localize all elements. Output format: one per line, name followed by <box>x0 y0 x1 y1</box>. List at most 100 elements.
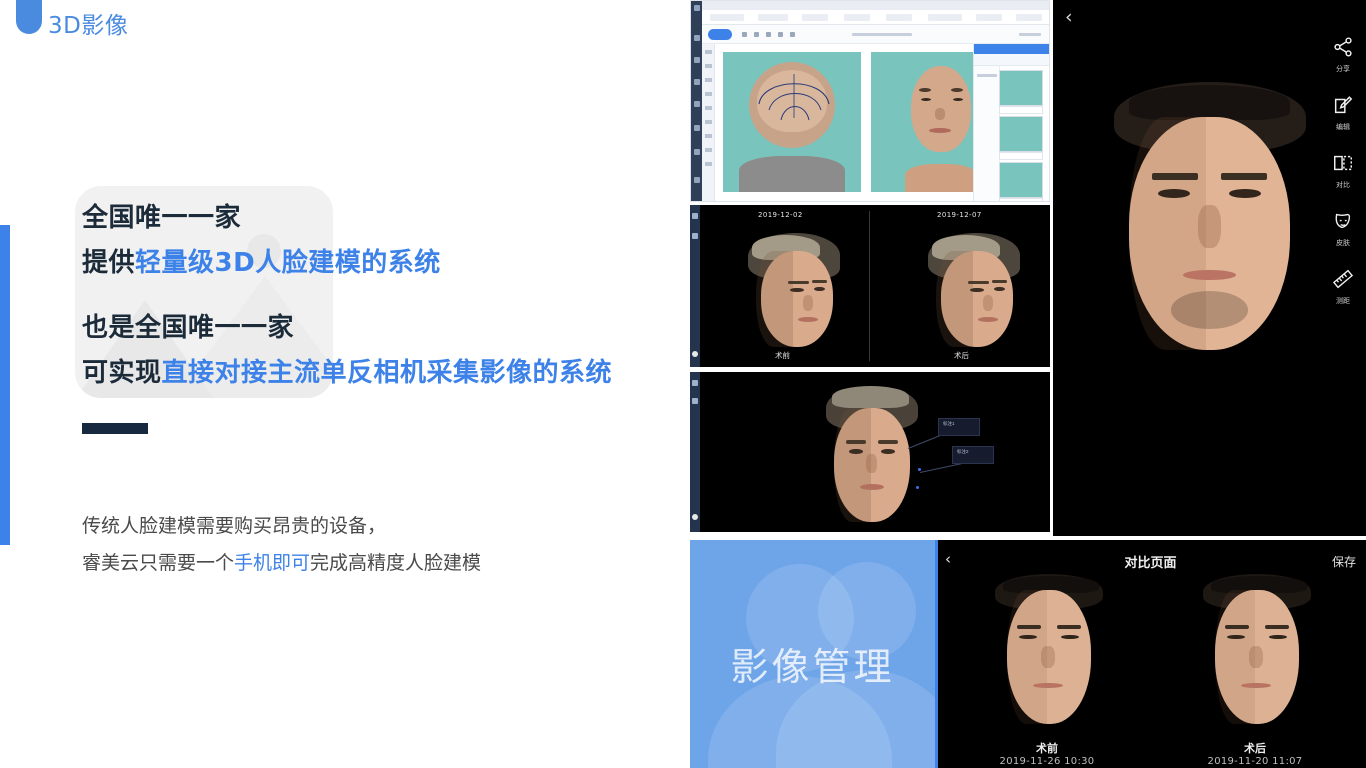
compare-save-button[interactable]: 保存 <box>1332 553 1356 570</box>
thumbnail-3[interactable] <box>999 162 1043 198</box>
right-panel-tree[interactable] <box>974 66 1000 201</box>
rail-icon-8[interactable] <box>693 177 700 183</box>
compare-accent-bar <box>935 540 938 768</box>
software-tab-3[interactable] <box>802 14 828 21</box>
toolbar-icon-3[interactable] <box>766 32 771 37</box>
thumbnail-1-caption <box>999 106 1043 114</box>
viewer-left-rail[interactable] <box>690 205 700 367</box>
software-canvas[interactable] <box>715 44 1009 201</box>
software-tab-5[interactable] <box>886 14 912 21</box>
tool-compare[interactable]: 对比 <box>1320 144 1366 200</box>
head-model-right[interactable] <box>928 233 1020 347</box>
tool-col-icon-9[interactable] <box>705 162 712 166</box>
software-tab-6[interactable] <box>928 14 962 21</box>
compare-divider <box>869 211 870 361</box>
rail-icon-6[interactable] <box>693 125 700 131</box>
tool-col-icon-8[interactable] <box>705 148 712 152</box>
toolbar-icon-5[interactable] <box>790 32 795 37</box>
panel-mobile-compare[interactable]: ‹ 对比页面 保存 术前 2019-11-26 10:30 术后 2019-11… <box>935 540 1366 768</box>
thumbnail-1[interactable] <box>999 70 1043 106</box>
head-model-left[interactable] <box>748 233 840 347</box>
compare-caption-right: 术后 <box>1244 742 1266 755</box>
mobile-head-model[interactable] <box>1113 82 1306 350</box>
measure-point-1[interactable] <box>918 468 921 471</box>
rail-icon-1[interactable] <box>693 5 700 11</box>
tool-col-icon-3[interactable] <box>705 78 712 82</box>
panel-desktop-software[interactable] <box>690 0 1050 202</box>
mobile-tool-rail[interactable]: 分享 编辑 对比 皮肤 测距 <box>1320 28 1366 318</box>
rail-icon-2[interactable] <box>693 35 700 41</box>
title-accent-pill <box>16 0 42 34</box>
rail-tool-icon-2[interactable] <box>692 233 698 239</box>
rail-icon-7[interactable] <box>693 149 700 155</box>
mobile-back-button[interactable]: ‹ <box>1065 6 1073 28</box>
panel-3d-annotate[interactable]: 标注1 标注2 <box>690 372 1050 532</box>
software-right-panel[interactable] <box>973 44 1049 201</box>
software-tab-8[interactable] <box>1016 14 1042 21</box>
patient-photo-top-view[interactable] <box>723 52 861 192</box>
ruler-icon <box>1332 268 1354 295</box>
software-tab-1[interactable] <box>710 14 744 21</box>
annotate-rail-icon-1[interactable] <box>692 380 698 386</box>
annotate-rail-icon-2[interactable] <box>692 398 698 404</box>
left-accent-bar <box>0 225 10 545</box>
software-tab-4[interactable] <box>844 14 870 21</box>
right-panel-filters[interactable] <box>974 54 1049 66</box>
panel-mobile-viewer[interactable]: ‹ 分享 编辑 对比 皮肤 测距 <box>1053 0 1366 536</box>
software-toolbar-right[interactable] <box>1019 33 1041 36</box>
panel-image-management-card[interactable]: 影像管理 <box>690 540 935 768</box>
software-tab-7[interactable] <box>976 14 1002 21</box>
software-menubar <box>691 1 1049 10</box>
sub-line-2: 睿美云只需要一个手机即可完成高精度人脸建模 <box>82 552 482 574</box>
section-divider <box>82 423 148 434</box>
tool-share[interactable]: 分享 <box>1320 28 1366 84</box>
rail-icon-3[interactable] <box>693 57 700 63</box>
toolbar-icon-2[interactable] <box>754 32 759 37</box>
head-model-annotated[interactable] <box>826 386 918 522</box>
page-title: 3D影像 <box>48 13 129 39</box>
compare-label-right: 术后 <box>954 351 969 360</box>
tool-col-icon-7[interactable] <box>705 134 712 138</box>
thumbnail-2-caption <box>999 152 1043 160</box>
tool-col-icon-2[interactable] <box>705 64 712 68</box>
tool-share-label: 分享 <box>1336 65 1350 73</box>
callout-box-1[interactable]: 标注1 <box>938 418 980 436</box>
callout-box-2[interactable]: 标注2 <box>952 446 994 464</box>
compare-date-right: 2019-12-07 <box>937 211 982 219</box>
compare-page-title: 对比页面 <box>1124 556 1177 571</box>
software-tab-2[interactable] <box>758 14 788 21</box>
slide-root: 3D影像 全国唯一一家 提供轻量级3D人脸建模的系统 也是全国唯一一家 可实现直… <box>0 0 1366 768</box>
toolbar-icon-1[interactable] <box>742 32 747 37</box>
headline-line-4: 可实现直接对接主流单反相机采集影像的系统 <box>82 358 613 388</box>
beard-shadow <box>1171 291 1248 329</box>
tool-col-icon-1[interactable] <box>705 50 712 54</box>
rail-tool-icon-1[interactable] <box>692 213 698 219</box>
tool-col-icon-5[interactable] <box>705 106 712 110</box>
annotate-left-rail[interactable] <box>690 372 700 532</box>
tool-face[interactable]: 皮肤 <box>1320 202 1366 258</box>
software-tool-column[interactable] <box>702 44 715 201</box>
compare-head-right[interactable] <box>1155 574 1355 734</box>
compare-head-left[interactable] <box>947 574 1147 734</box>
software-tab-strip[interactable] <box>702 10 1049 25</box>
software-toolbar[interactable] <box>702 25 1049 44</box>
toolbar-icon-4[interactable] <box>778 32 783 37</box>
right-panel-tabs[interactable] <box>974 44 1049 54</box>
thumbnail-2[interactable] <box>999 116 1043 152</box>
tool-col-icon-6[interactable] <box>705 120 712 124</box>
software-primary-button[interactable] <box>708 29 732 40</box>
panel-3d-compare[interactable]: 2019-12-02 2019-12-07 术前 术后 <box>690 205 1050 367</box>
rail-icon-4[interactable] <box>693 79 700 85</box>
rail-icon-5[interactable] <box>693 101 700 107</box>
software-left-rail[interactable] <box>691 1 702 201</box>
annotate-status-dot <box>692 514 698 520</box>
compare-label-left: 术前 <box>775 351 790 360</box>
tool-edit-label: 编辑 <box>1336 123 1350 131</box>
tool-ruler[interactable]: 测距 <box>1320 260 1366 316</box>
tool-edit[interactable]: 编辑 <box>1320 86 1366 142</box>
sub-paragraph: 传统人脸建模需要购买昂贵的设备， 睿美云只需要一个手机即可完成高精度人脸建模 <box>82 508 702 582</box>
tree-item-1[interactable] <box>977 74 997 77</box>
measure-point-2[interactable] <box>916 486 919 489</box>
tool-col-icon-4[interactable] <box>705 92 712 96</box>
tool-face-label: 皮肤 <box>1336 239 1350 247</box>
